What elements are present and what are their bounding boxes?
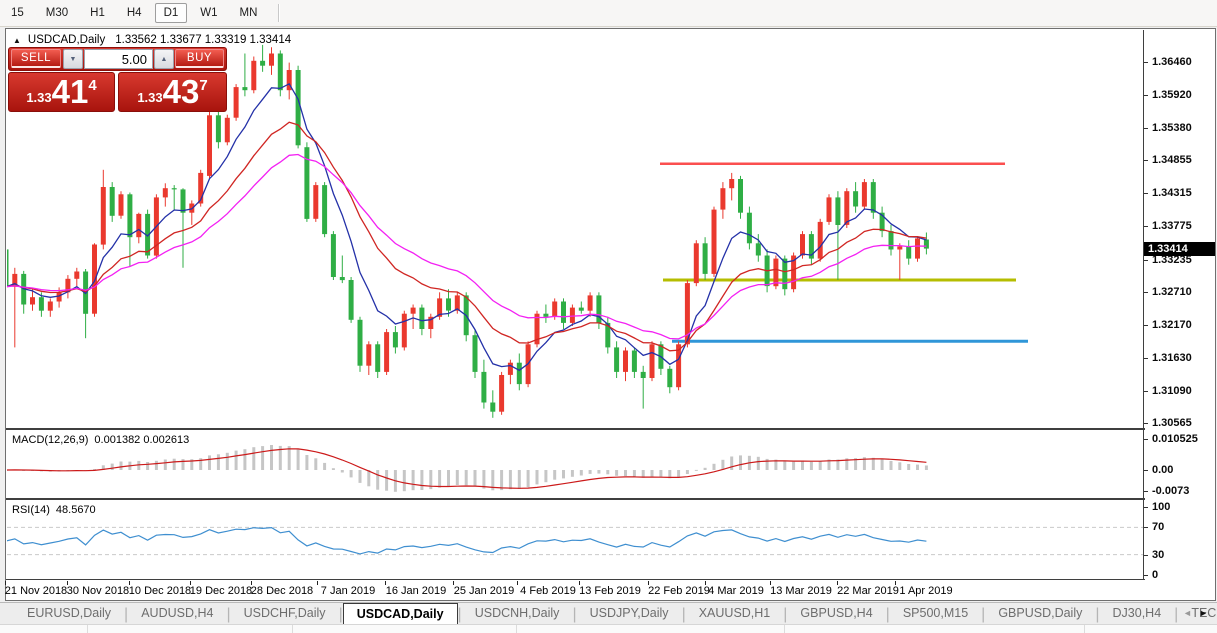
tab-scroll-right-icon[interactable]: ► [1199,608,1208,618]
macd-axis-tick [1144,470,1148,471]
status-cell [517,625,785,633]
price-axis-label: 1.33775 [1152,220,1192,232]
buy-price-pip: 7 [199,73,207,94]
date-axis: 21 Nov 201830 Nov 201810 Dec 201819 Dec … [6,580,1145,600]
price-axis-label: 1.32170 [1152,319,1192,331]
timeframe-button-mn[interactable]: MN [231,3,267,23]
macd-axis-label: -0.0073 [1152,485,1189,497]
price-axis-label: 1.32710 [1152,286,1192,298]
sell-price-prefix: 1.33 [26,90,51,111]
symbol-tab-bar: EURUSD,Daily|AUDUSD,H4|USDCHF,Daily|USDC… [0,602,1217,624]
status-cell [293,625,517,633]
timeframe-button-w1[interactable]: W1 [191,3,226,23]
rsi-axis-tick [1144,507,1148,508]
macd-axis-label: 0.00 [1152,464,1173,476]
buy-price-panel[interactable]: 1.33 43 7 [118,72,227,112]
macd-axis-tick [1144,491,1148,492]
price-axis-tick [1144,260,1148,261]
tab-dj30-h4[interactable]: DJ30,H4 [1100,603,1175,624]
volume-input[interactable] [84,49,153,69]
status-cell [0,625,88,633]
price-axis-tick [1144,358,1148,359]
rsi-value: 48.5670 [56,504,96,516]
tab-eurusd-daily[interactable]: EURUSD,Daily [14,603,124,624]
timeframe-toolbar: 15M30H1H4D1W1MN [0,0,1217,27]
buy-button[interactable]: BUY [175,49,224,68]
tab-usdchf-daily[interactable]: USDCHF,Daily [231,603,339,624]
tab-gbpusd-h4[interactable]: GBPUSD,H4 [787,603,885,624]
price-axis-tick [1144,391,1148,392]
rsi-indicator-chart[interactable] [7,502,1143,579]
timeframe-button-m30[interactable]: M30 [37,3,77,23]
price-axis-label: 1.30565 [1152,417,1192,429]
rsi-axis-label: 100 [1152,501,1170,513]
macd-axis-tick [1144,439,1148,440]
rsi-axis-tick [1144,527,1148,528]
panel-divider[interactable] [6,428,1145,430]
price-axis-tick [1144,160,1148,161]
tab-usdcad-daily[interactable]: USDCAD,Daily [343,603,458,624]
macd-axis-label: 0.010525 [1152,433,1198,445]
price-axis-label: 1.35920 [1152,89,1192,101]
tab-audusd-h4[interactable]: AUDUSD,H4 [128,603,226,624]
price-axis-label: 1.35380 [1152,122,1192,134]
rsi-label: RSI(14) [12,504,50,516]
tab-usdcnh-daily[interactable]: USDCNH,Daily [462,603,573,624]
price-axis-tick [1144,325,1148,326]
price-axis-label: 1.36460 [1152,56,1192,68]
price-axis-label: 1.31090 [1152,385,1192,397]
price-axis-tick [1144,128,1148,129]
tab-xauusd-h1[interactable]: XAUUSD,H1 [686,603,784,624]
status-cell [785,625,1085,633]
price-axis-label: 1.31630 [1152,352,1192,364]
timeframe-button-15[interactable]: 15 [2,3,33,23]
price-axis-label: 1.34855 [1152,154,1192,166]
buy-price-big: 43 [163,74,200,110]
rsi-axis-label: 30 [1152,549,1164,561]
sell-button[interactable]: SELL [11,49,61,68]
current-price-tag: 1.33414 [1144,242,1215,256]
tab-sp500-m15[interactable]: SP500,M15 [890,603,981,624]
macd-label-row: MACD(12,26,9) 0.001382 0.002613 [12,434,189,446]
timeframe-button-h1[interactable]: H1 [81,3,114,23]
price-axis-tick [1144,95,1148,96]
rsi-axis-label: 0 [1152,569,1158,581]
price-axis-tick [1144,62,1148,63]
panel-divider[interactable] [6,498,1145,500]
volume-decrease-button[interactable]: ▼ [63,49,83,69]
rsi-axis-tick [1144,555,1148,556]
toolbar-separator [278,4,280,22]
price-axis-tick [1144,193,1148,194]
sell-price-panel[interactable]: 1.33 41 4 [8,72,115,112]
rsi-axis-tick [1144,575,1148,576]
buy-price-prefix: 1.33 [137,90,162,111]
price-axis-tick [1144,423,1148,424]
price-axis: 1.36460 1.35920 1.35380 1.34855 1.34315 1.337… [1144,0,1217,601]
sell-price-big: 41 [52,74,89,110]
status-cell [88,625,293,633]
status-bar [0,624,1217,633]
price-axis-tick [1144,226,1148,227]
tab-gbpusd-daily[interactable]: GBPUSD,Daily [985,603,1095,624]
price-axis-tick [1144,292,1148,293]
tab-usdjpy-daily[interactable]: USDJPY,Daily [577,603,682,624]
timeframe-button-d1[interactable]: D1 [155,3,188,23]
volume-increase-button[interactable]: ▲ [154,49,174,69]
tab-scroll-left-icon[interactable]: ◄ [1183,608,1192,618]
date-axis-label: 1 Apr 2019 [881,585,971,597]
rsi-axis-label: 70 [1152,521,1164,533]
macd-label: MACD(12,26,9) [12,434,88,446]
rsi-label-row: RSI(14) 48.5670 [12,504,96,516]
sell-price-pip: 4 [88,73,96,94]
timeframe-button-h4[interactable]: H4 [118,3,151,23]
macd-values: 0.001382 0.002613 [94,434,189,446]
one-click-trade-widget: SELL ▼ ▲ BUY 1.33 41 4 1.33 43 7 [8,47,227,112]
price-axis-label: 1.34315 [1152,187,1192,199]
